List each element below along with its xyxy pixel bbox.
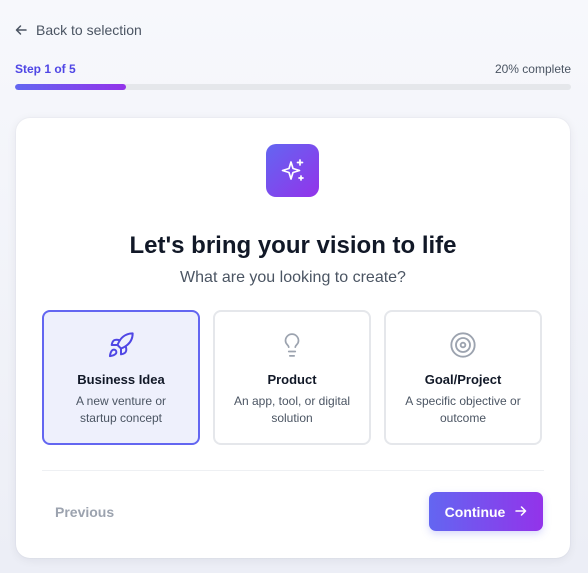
progress-bar [15, 84, 571, 90]
option-description-line: A specific objective or [405, 394, 521, 408]
option-description-line: A new venture or [75, 394, 167, 408]
previous-button[interactable]: Previous [55, 504, 114, 520]
option-title: Product [267, 372, 317, 387]
continue-label: Continue [444, 503, 506, 520]
option-description: A new venture or startup concept [56, 393, 186, 427]
arrow-left-icon [15, 24, 27, 36]
sparkles-icon [266, 144, 319, 197]
back-to-selection-link[interactable]: Back to selection [15, 22, 142, 38]
step-indicator: Step 1 of 5 [15, 62, 76, 76]
page-subtitle: What are you looking to create? [180, 269, 406, 286]
option-description-line: solution [271, 411, 313, 425]
option-goal-project[interactable]: Goal/Project A specific objective or out… [384, 310, 542, 445]
rocket-icon [44, 330, 198, 360]
divider [42, 470, 544, 471]
wizard-card: Let's bring your vision to life What are… [16, 118, 570, 558]
option-title: Goal/Project [424, 372, 502, 387]
option-description: An app, tool, or digital solution [227, 393, 357, 427]
back-label: Back to selection [36, 22, 142, 38]
option-product[interactable]: Product An app, tool, or digital solutio… [213, 310, 371, 445]
arrow-right-icon [515, 504, 527, 520]
page-title: Let's bring your vision to life [129, 232, 457, 259]
option-title: Business Idea [77, 372, 165, 387]
progress-header: Step 1 of 5 20% complete [15, 62, 571, 76]
continue-button[interactable]: Continue [429, 492, 543, 531]
option-description-line: startup concept [79, 411, 163, 425]
option-description-line: An app, tool, or digital [233, 394, 351, 408]
option-description: A specific objective or outcome [398, 393, 528, 427]
progress-bar-fill [15, 84, 127, 90]
percent-complete: 20% complete [494, 62, 571, 76]
option-business-idea[interactable]: Business Idea A new venture or startup c… [42, 310, 200, 445]
lightbulb-icon [215, 330, 369, 360]
option-description-line: outcome [439, 411, 487, 425]
target-icon [386, 330, 540, 360]
